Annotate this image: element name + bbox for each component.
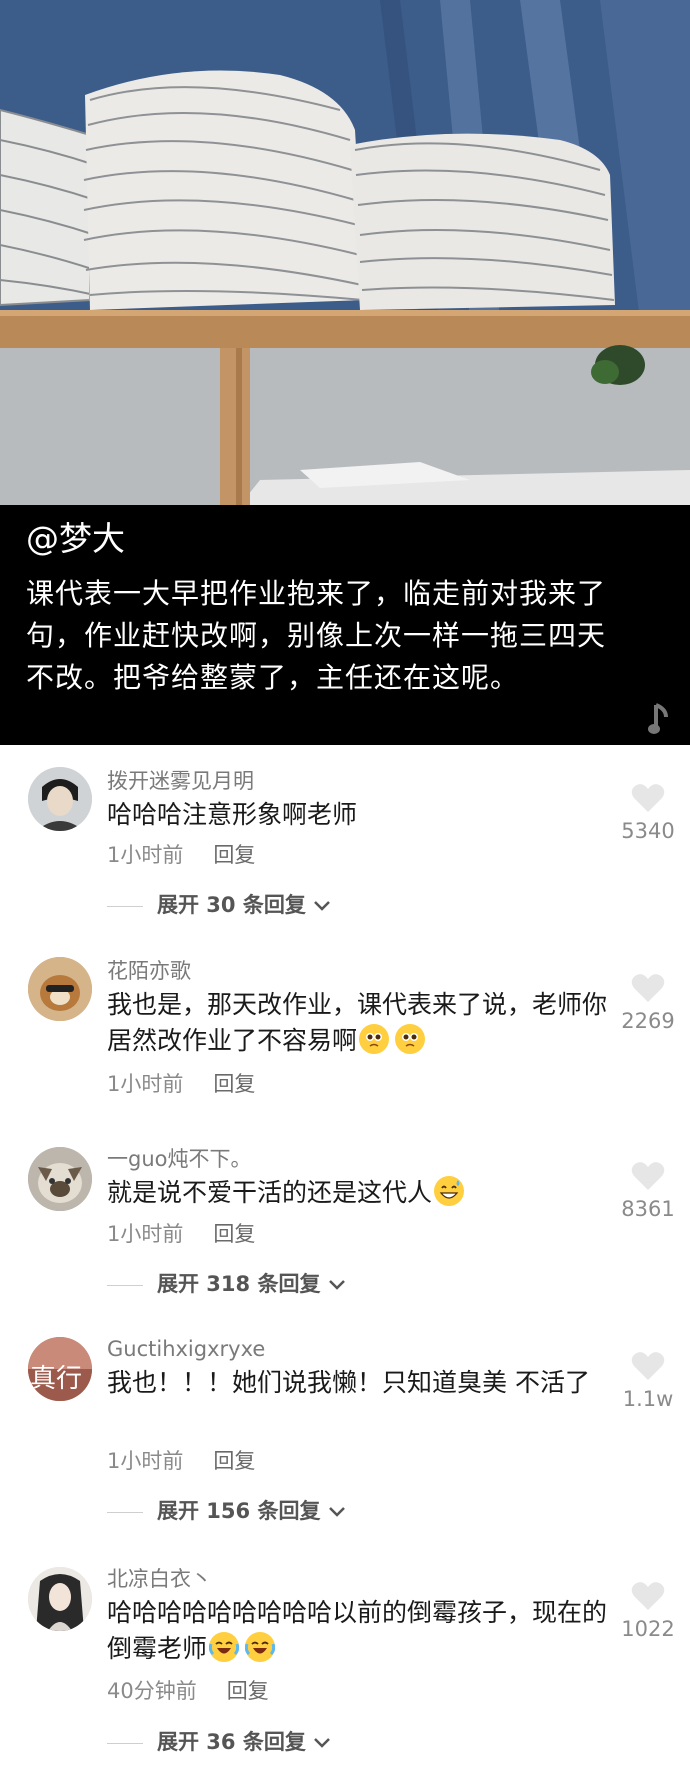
pleading-face-emoji [359,1024,390,1054]
chevron-down-icon [314,1738,331,1748]
comment-text: 哈哈哈注意形象啊老师 [107,800,358,829]
heart-icon [631,784,665,812]
comment-meta: 40分钟前 回复 [107,1677,269,1705]
comment-item: 花陌亦歌 我也是，那天改作业，课代表来了说，老师你居然改作业了不容易啊 1小时前… [0,935,690,1105]
expand-replies-button[interactable]: 展开 36 条回复 [107,1728,331,1756]
like-button[interactable]: 1.1w [612,1351,684,1411]
comment-username[interactable]: Guctihxigxryxe [107,1335,265,1363]
comment-meta: 1小时前 回复 [107,1070,255,1098]
reply-button[interactable]: 回复 [227,1679,269,1703]
user-avatar[interactable] [28,767,92,831]
comment-text: 我也是，那天改作业，课代表来了说，老师你居然改作业了不容易啊 [107,987,607,1059]
comment-text: 哈哈哈哈哈哈哈哈哈以前的倒霉孩子，现在的倒霉老师 [107,1595,607,1667]
comment-time: 1小时前 [107,843,184,867]
comment-meta: 1小时前 回复 [107,841,255,869]
post-text: 课代表一大早把作业抱来了，临走前对我来了句，作业赶快改啊，别像上次一样一拖三四天… [26,577,607,694]
post-author[interactable]: @梦大 [26,517,125,561]
like-count: 8361 [621,1197,675,1221]
expand-replies-label: 展开 318 条回复 [157,1272,321,1296]
divider-dash [107,1742,143,1744]
divider-dash [107,905,143,907]
like-count: 1022 [621,1617,675,1641]
like-count: 1.1w [622,1387,674,1411]
comment-item: 真行 Guctihxigxryxe 我也！！！她们说我懒！只知道臭美 不活了 1… [0,1315,690,1545]
comment-username[interactable]: 花陌亦歌 [107,957,191,985]
comment-text-body: 哈哈哈哈哈哈哈哈哈以前的倒霉孩子，现在的倒霉老师 [107,1598,608,1663]
heart-icon [631,1352,665,1380]
comment-username[interactable]: 北凉白衣丶 [107,1565,212,1593]
post-photo [0,0,690,505]
heart-icon [631,1582,665,1610]
comment-text-body: 我也是，那天改作业，课代表来了说，老师你居然改作业了不容易啊 [107,990,608,1055]
like-button[interactable]: 5340 [612,783,684,843]
divider-dash [107,1284,143,1286]
crying-laughing-emoji [209,1632,240,1662]
like-count: 5340 [621,819,675,843]
chevron-down-icon [328,1280,345,1290]
comment-username[interactable]: 拨开迷雾见月明 [107,767,254,795]
reply-button[interactable]: 回复 [213,1222,255,1246]
user-avatar[interactable] [28,957,92,1021]
music-note-icon [648,703,668,734]
comment-username[interactable]: 一guo炖不下。 [107,1145,252,1173]
avatar-text: 真行 [30,1364,82,1394]
reply-button[interactable]: 回复 [213,1449,255,1473]
reply-button[interactable]: 回复 [213,843,255,867]
user-avatar[interactable] [28,1147,92,1211]
divider-dash [107,1511,143,1513]
comment-text: 我也！！！她们说我懒！只知道臭美 不活了 [107,1368,590,1397]
user-avatar[interactable]: 真行 [28,1337,92,1401]
expand-replies-button[interactable]: 展开 156 条回复 [107,1497,346,1525]
post-caption: @梦大 课代表一大早把作业抱来了，临走前对我来了句，作业赶快改啊，别像上次一样一… [0,505,690,745]
like-button[interactable]: 8361 [612,1161,684,1221]
reply-button[interactable]: 回复 [213,1072,255,1096]
comment-text: 就是说不爱干活的还是这代人 [107,1175,607,1211]
pleading-face-emoji [395,1024,426,1054]
comment-text-body: 就是说不爱干活的还是这代人 [107,1178,433,1207]
like-button[interactable]: 2269 [612,973,684,1033]
comment-meta: 1小时前 回复 [107,1220,255,1248]
heart-icon [631,974,665,1002]
comment-item: 北凉白衣丶 哈哈哈哈哈哈哈哈哈以前的倒霉孩子，现在的倒霉老师 40分钟前 回复 1… [0,1545,690,1785]
expand-replies-button[interactable]: 展开 30 条回复 [107,891,331,919]
comment-meta: 1小时前 回复 [107,1447,255,1475]
expand-replies-label: 展开 36 条回复 [157,1730,306,1754]
comment-time: 40分钟前 [107,1679,197,1703]
comment-time: 1小时前 [107,1449,184,1473]
comment-time: 1小时前 [107,1072,184,1096]
expand-replies-button[interactable]: 展开 318 条回复 [107,1270,346,1298]
expand-replies-label: 展开 156 条回复 [157,1499,321,1523]
chevron-down-icon [328,1507,345,1517]
crying-laughing-emoji [245,1632,276,1662]
chevron-down-icon [314,901,331,911]
like-button[interactable]: 1022 [612,1581,684,1641]
grinning-sweat-emoji [434,1176,465,1206]
like-count: 2269 [621,1009,675,1033]
user-avatar[interactable] [28,1567,92,1631]
expand-replies-label: 展开 30 条回复 [157,893,306,917]
heart-icon [631,1162,665,1190]
comment-time: 1小时前 [107,1222,184,1246]
comment-item: 一guo炖不下。 就是说不爱干活的还是这代人 1小时前 回复 8361 展开 31… [0,1125,690,1315]
comment-item: 拨开迷雾见月明 哈哈哈注意形象啊老师 1小时前 回复 5340 展开 30 条回复 [0,745,690,935]
